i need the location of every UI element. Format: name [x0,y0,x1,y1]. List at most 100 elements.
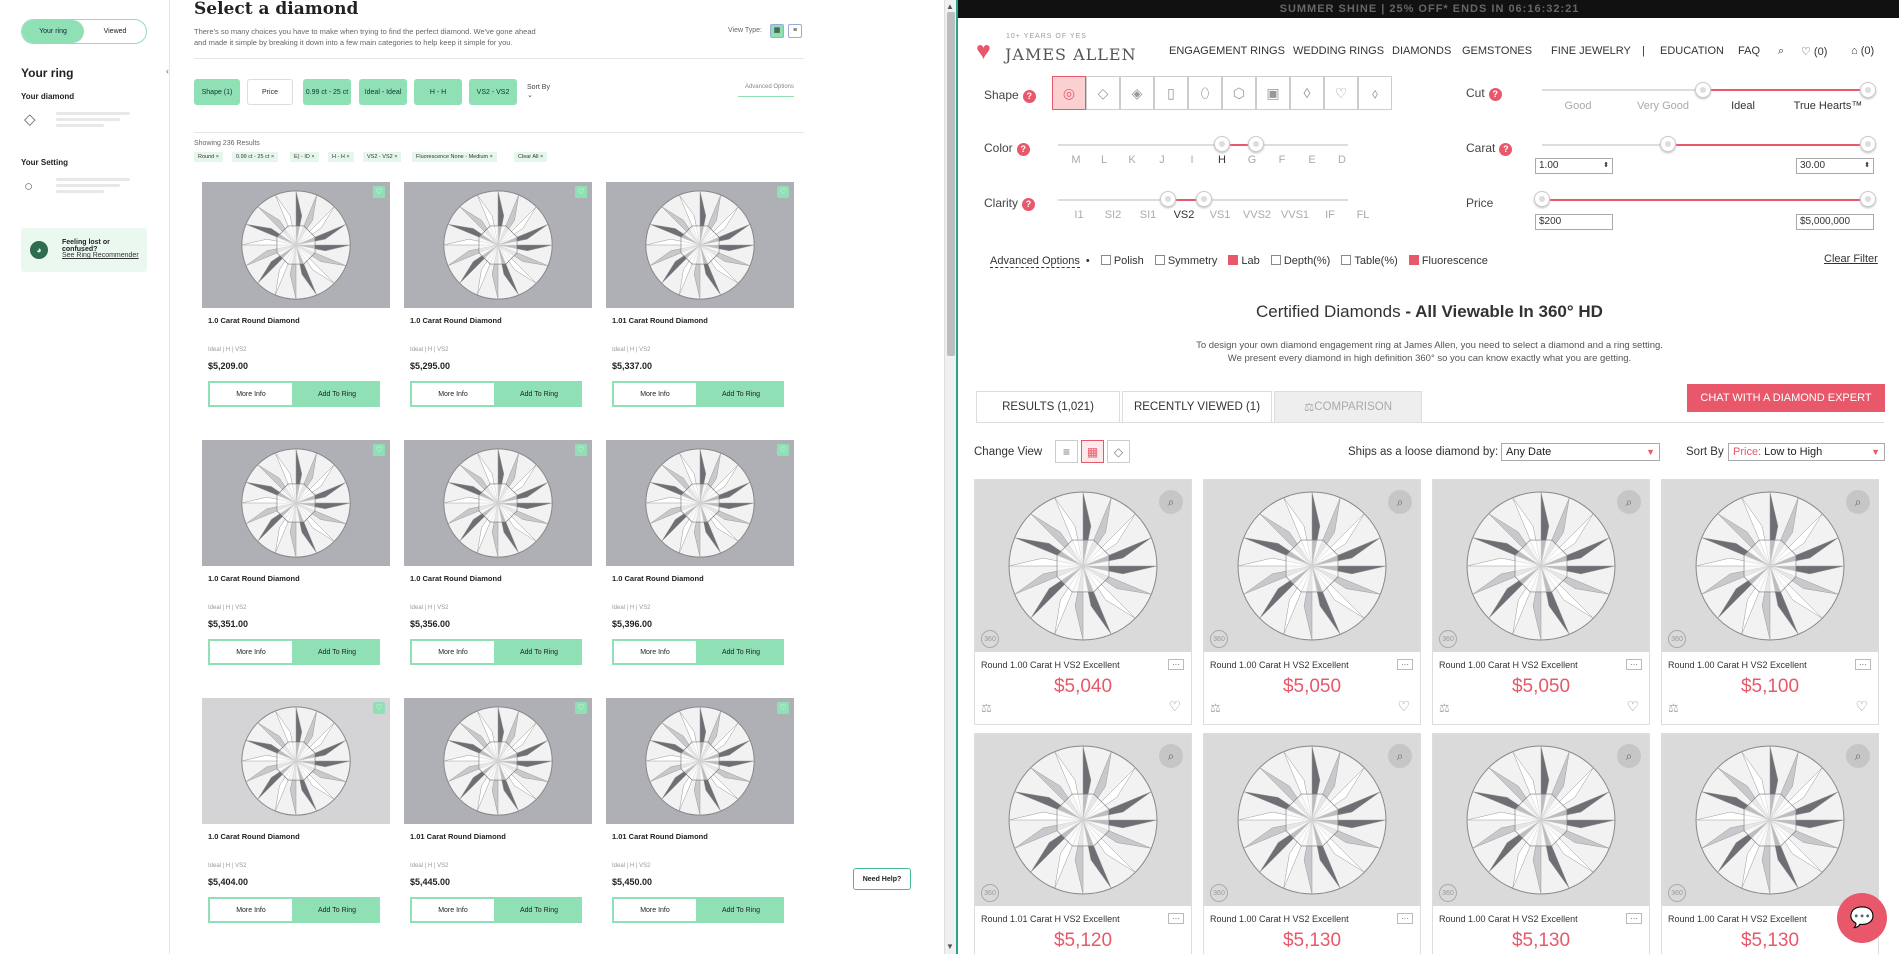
wishlist-heart-icon[interactable]: ♡ [575,186,587,198]
active-filter-tag[interactable]: Fluorescence None - Medium × [412,152,497,162]
clear-filter-link[interactable]: Clear Filter [1824,253,1878,265]
sort-by-dropdown[interactable]: Sort By ⌄ [527,84,550,99]
fluorescence-checkbox[interactable]: Fluorescence [1408,255,1488,267]
wishlist-heart-icon[interactable]: ♡ [777,444,789,456]
stepper-arrows-icon[interactable]: ⬍ [1603,159,1609,173]
result-card[interactable]: ⌕ 360 Round 1.00 Carat H VS2 Excellent ···… [1203,733,1421,954]
product-card[interactable]: ♡ 1.01 Carat Round Diamond Ideal | H | V… [606,182,794,438]
result-name[interactable]: Round 1.00 Carat H VS2 Excellent [1668,914,1807,924]
filter-chip-price[interactable]: Price [247,79,293,105]
add-to-ring-button[interactable]: Add To Ring [698,381,784,407]
diamond-image[interactable] [404,440,592,566]
more-info-button[interactable]: More Info [612,639,698,665]
collapse-chevron-icon[interactable]: ‹ [166,66,169,76]
more-info-button[interactable]: More Info [410,897,496,923]
wishlist-heart-icon[interactable]: ♡ (0) [1801,45,1827,58]
zoom-icon[interactable]: ⌕ [1388,744,1412,768]
wishlist-heart-icon[interactable]: ♡ [373,444,385,456]
more-info-button[interactable]: More Info [410,639,496,665]
cart-bag-icon[interactable]: ⌂ (0) [1851,45,1874,57]
more-info-button[interactable]: More Info [208,381,294,407]
result-name[interactable]: Round 1.00 Carat H VS2 Excellent [1210,914,1349,924]
zoom-icon[interactable]: ⌕ [1617,744,1641,768]
price-max-input[interactable]: $5,000,000 [1796,214,1874,230]
add-to-ring-button[interactable]: Add To Ring [294,381,380,407]
checkbox-box[interactable] [1154,255,1165,265]
zoom-icon[interactable]: ⌕ [1617,490,1641,514]
active-filter-tag[interactable]: Round × [194,152,223,162]
product-card[interactable]: ♡ 1.01 Carat Round Diamond Ideal | H | V… [606,698,794,954]
clarity-slider-max-handle[interactable] [1196,191,1212,207]
wishlist-heart-icon[interactable]: ♡ [777,702,789,714]
checkbox-box[interactable] [1100,255,1111,265]
diamond-360-image[interactable] [975,480,1191,652]
carat-min-input[interactable]: 1.00 ⬍ [1535,158,1613,174]
shape-radiant-button[interactable]: ⬡ [1222,76,1256,110]
gallery-view-icon[interactable]: ◇ [1107,440,1130,463]
wishlist-heart-icon[interactable]: ♡ [373,186,385,198]
product-card[interactable]: ♡ 1.0 Carat Round Diamond Ideal | H | VS… [202,440,390,696]
more-info-button[interactable]: More Info [208,897,294,923]
compare-icon[interactable]: ⚖ [1439,701,1450,715]
diamond-360-image[interactable] [1662,480,1878,652]
tab-comparison[interactable]: ⚖ COMPARISON [1274,391,1422,423]
lab-checkbox[interactable]: Lab [1228,255,1260,267]
nav-education[interactable]: EDUCATION [1660,45,1724,57]
add-to-ring-button[interactable]: Add To Ring [698,639,784,665]
scroll-up-arrow-icon[interactable]: ▲ [946,2,954,11]
result-card[interactable]: ⌕ 360 Round 1.00 Carat H VS2 Excellent ···… [1432,479,1650,725]
advanced-options-link[interactable]: Advanced Options [990,255,1080,268]
more-options-icon[interactable]: ··· [1397,913,1413,924]
product-card[interactable]: ♡ 1.0 Carat Round Diamond Ideal | H | VS… [202,182,390,438]
shape-cushion-button[interactable]: ◈ [1120,76,1154,110]
diamond-image[interactable] [202,698,390,824]
grid-view-icon[interactable]: ▦ [1081,440,1104,463]
checkbox-box[interactable] [1228,255,1239,265]
diamond-image[interactable] [202,440,390,566]
ring-recommender-link[interactable]: See Ring Recommender [62,252,139,259]
zoom-icon[interactable]: ⌕ [1388,490,1412,514]
filter-chip-shape[interactable]: Shape (1) [194,79,240,105]
wishlist-heart-icon[interactable]: ♡ [575,702,587,714]
add-to-ring-button[interactable]: Add To Ring [698,897,784,923]
nav-gemstones[interactable]: GEMSTONES [1462,45,1532,57]
nav-wedding-rings[interactable]: WEDDING RINGS [1293,45,1384,57]
clarity-slider-min-handle[interactable] [1160,191,1176,207]
compare-icon[interactable]: ⚖ [1668,701,1679,715]
color-slider-min-handle[interactable] [1214,136,1230,152]
help-question-icon[interactable]: ? [1022,90,1036,103]
nav-faq[interactable]: FAQ [1738,45,1760,57]
result-name[interactable]: Round 1.00 Carat H VS2 Excellent [981,660,1120,670]
diamond-image[interactable] [606,698,794,824]
more-info-button[interactable]: More Info [208,639,294,665]
result-name[interactable]: Round 1.01 Carat H VS2 Excellent [981,914,1120,924]
add-to-ring-button[interactable]: Add To Ring [294,639,380,665]
product-card[interactable]: ♡ 1.0 Carat Round Diamond Ideal | H | VS… [202,698,390,954]
price-min-input[interactable]: $200 [1535,214,1613,230]
diamond-360-image[interactable] [1204,480,1420,652]
compare-icon[interactable]: ⚖ [981,701,992,715]
zoom-icon[interactable]: ⌕ [1159,490,1183,514]
more-info-button[interactable]: More Info [410,381,496,407]
sort-select[interactable]: Price: Low to High ▼ [1728,443,1885,461]
shape-emerald-button[interactable]: ▯ [1154,76,1188,110]
clear-all-filters[interactable]: Clear All × [514,152,548,162]
price-slider-max-handle[interactable] [1860,191,1876,207]
active-filter-tag[interactable]: H - H × [328,152,354,162]
table-checkbox[interactable]: Table(%) [1341,255,1398,267]
scroll-down-arrow-icon[interactable]: ▼ [946,942,954,951]
result-name[interactable]: Round 1.00 Carat H VS2 Excellent [1210,660,1349,670]
wishlist-heart-icon[interactable]: ♡ [1855,698,1868,715]
wishlist-heart-icon[interactable]: ♡ [373,702,385,714]
add-to-ring-button[interactable]: Add To Ring [294,897,380,923]
diamond-image[interactable] [606,440,794,566]
shape-marquise-button[interactable]: ◊ [1290,76,1324,110]
checkbox-box[interactable] [1341,255,1352,265]
wishlist-heart-icon[interactable]: ♡ [575,444,587,456]
advanced-options-toggle[interactable]: Advanced Options [738,84,794,97]
more-options-icon[interactable]: ··· [1626,659,1642,670]
polish-checkbox[interactable]: Polish [1100,255,1144,267]
add-to-ring-button[interactable]: Add To Ring [496,639,582,665]
scrollbar-thumb[interactable] [947,12,955,356]
carat-max-input[interactable]: 30.00 ⬍ [1796,158,1874,174]
